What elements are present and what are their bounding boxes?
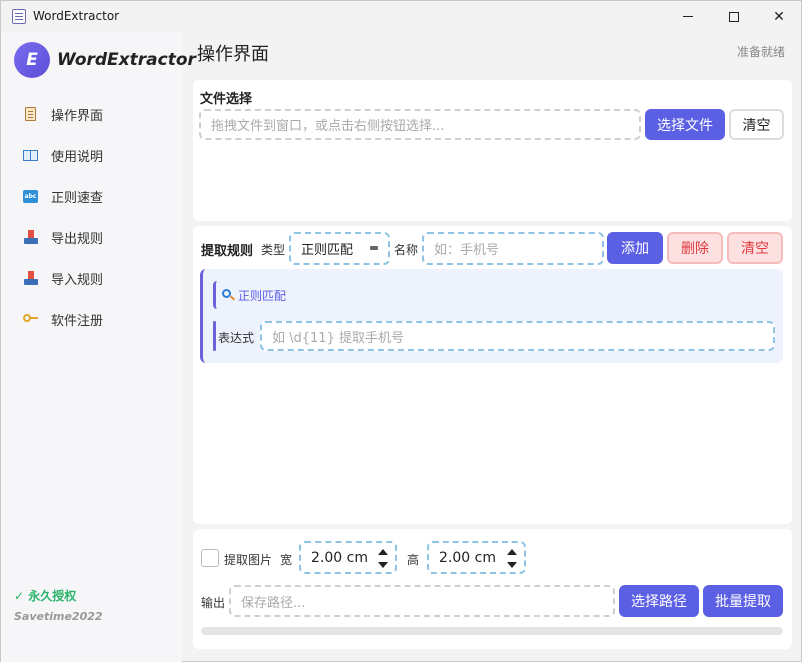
maximize-icon <box>729 11 739 22</box>
name-label: 名称 <box>394 243 419 257</box>
select-path-button[interactable]: 选择路径 <box>619 585 699 617</box>
clear-files-button[interactable]: 清空 <box>729 109 784 140</box>
dropdown-icon <box>370 246 378 250</box>
type-label: 类型 <box>261 243 286 257</box>
app-icon <box>12 9 26 24</box>
abc-icon: abc <box>23 189 38 204</box>
status-text: 准备就绪 <box>737 45 786 59</box>
key-icon <box>23 312 38 327</box>
sidebar-item-label: 导出规则 <box>51 231 104 247</box>
progress-bar <box>201 627 783 635</box>
clipboard-icon <box>23 107 38 122</box>
extract-images-checkbox[interactable] <box>201 549 219 567</box>
rule-type-row: 正则匹配 <box>213 281 286 309</box>
tray-icon <box>23 230 38 245</box>
brand-name: WordExtractor <box>57 50 196 70</box>
width-label: 宽 <box>280 553 293 567</box>
tray-icon <box>23 271 38 286</box>
arrow-down-icon <box>507 562 517 568</box>
file-drop-input[interactable]: 拖拽文件到窗口，或点击右侧按钮选择... <box>199 109 641 140</box>
clear-rules-button[interactable]: 清空 <box>727 232 783 264</box>
spin-arrows[interactable] <box>506 546 518 572</box>
sidebar-item-label: 正则速查 <box>51 190 104 206</box>
sidebar-item-label: 导入规则 <box>51 272 104 288</box>
height-value: 2.00 cm <box>439 549 496 566</box>
spin-arrows[interactable] <box>377 546 389 572</box>
sidebar-item-label: 操作界面 <box>51 108 104 124</box>
rules-section-label: 提取规则 <box>201 244 254 259</box>
license-status: ✓ 永久授权 <box>14 589 77 603</box>
rule-expr-row <box>213 321 216 351</box>
sidebar: E WordExtractor 操作界面 使用说明 abc 正则速查 导出规则 … <box>1 32 196 662</box>
sidebar-item-label: 软件注册 <box>51 313 104 329</box>
height-label: 高 <box>407 553 420 567</box>
rule-type-value: 正则匹配 <box>301 243 354 258</box>
width-spinbox[interactable]: 2.00 cm <box>299 541 397 574</box>
sidebar-item-manual[interactable]: 使用说明 <box>1 137 182 173</box>
add-rule-button[interactable]: 添加 <box>607 232 663 264</box>
title-bar[interactable]: WordExtractor ✕ <box>1 1 801 32</box>
window-title: WordExtractor <box>33 9 120 23</box>
arrow-down-icon <box>378 562 388 568</box>
brand-logo: E <box>14 42 50 78</box>
sidebar-item-import[interactable]: 导入规则 <box>1 260 182 296</box>
rule-type-text: 正则匹配 <box>238 288 287 303</box>
delete-rule-button[interactable]: 删除 <box>667 232 723 264</box>
height-spinbox[interactable]: 2.00 cm <box>427 541 526 574</box>
maximize-button[interactable] <box>711 1 757 32</box>
book-icon <box>23 148 38 163</box>
extract-images-label: 提取图片 <box>224 553 273 567</box>
minimize-button[interactable] <box>665 1 711 32</box>
minimize-icon <box>683 16 693 17</box>
batch-extract-button[interactable]: 批量提取 <box>703 585 783 617</box>
sidebar-item-label: 使用说明 <box>51 149 104 165</box>
rule-name-input[interactable]: 如：手机号 <box>422 232 604 265</box>
close-button[interactable]: ✕ <box>756 1 802 32</box>
sidebar-item-register[interactable]: 软件注册 <box>1 301 182 337</box>
arrow-up-icon <box>507 549 517 555</box>
arrow-up-icon <box>378 549 388 555</box>
sidebar-item-regex[interactable]: abc 正则速查 <box>1 178 182 214</box>
sidebar-item-export[interactable]: 导出规则 <box>1 219 182 255</box>
search-icon <box>222 289 235 301</box>
regex-expr-input[interactable]: 如 \d{11} 提取手机号 <box>260 321 775 351</box>
expr-label: 表达式 <box>218 331 255 345</box>
rule-type-select[interactable]: 正则匹配 <box>289 232 390 265</box>
output-label: 输出 <box>201 596 226 610</box>
output-path-input[interactable]: 保存路径... <box>229 585 615 617</box>
app-window: WordExtractor ✕ E WordExtractor 操作界面 使用说… <box>0 0 802 662</box>
sidebar-item-operation[interactable]: 操作界面 <box>1 96 182 132</box>
width-value: 2.00 cm <box>311 549 368 566</box>
user-name: Savetime2022 <box>14 610 103 623</box>
page-title: 操作界面 <box>197 44 269 65</box>
file-section <box>193 80 792 221</box>
close-icon: ✕ <box>773 8 785 25</box>
file-section-label: 文件选择 <box>200 92 253 107</box>
select-file-button[interactable]: 选择文件 <box>645 109 725 140</box>
